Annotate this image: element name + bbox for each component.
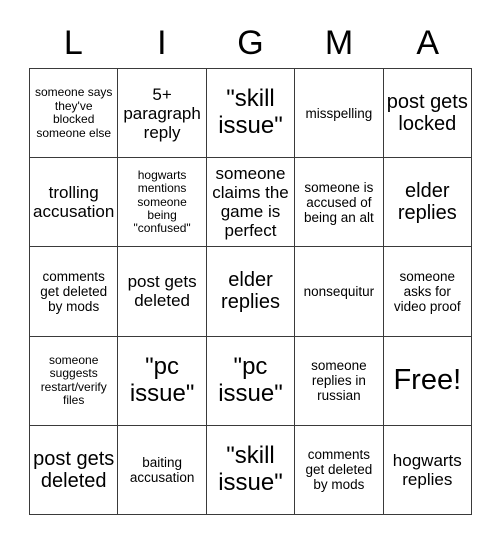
bingo-cell-r5c3[interactable]: "skill issue"	[206, 425, 296, 515]
bingo-cell-label: someone suggests restart/verify files	[40, 352, 107, 408]
bingo-cell-r5c5[interactable]: hogwarts replies	[383, 425, 472, 515]
bingo-cell-r2c4[interactable]: someone is accused of being an alt	[295, 158, 384, 248]
header-letter-2: I	[157, 24, 167, 62]
bingo-cell-r1c4[interactable]: misspelling	[295, 69, 384, 159]
bingo-cell-label: someone claims the game is perfect	[212, 164, 289, 241]
bingo-header-row: L I G M A	[29, 18, 472, 68]
bingo-cell-label: elder replies	[221, 269, 280, 314]
bingo-cell-label: someone asks for video proof	[393, 268, 461, 315]
bingo-cell-r4c3[interactable]: "pc issue"	[206, 336, 296, 426]
bingo-cell-r5c2[interactable]: baiting accusation	[118, 425, 207, 515]
bingo-cell-label: comments get deleted by mods	[305, 447, 373, 493]
bingo-cell-label: 5+ paragraph reply	[123, 84, 201, 142]
bingo-cell-r2c1[interactable]: trolling accusation	[30, 158, 119, 248]
bingo-cell-label: post gets locked	[386, 90, 468, 136]
bingo-cell-r1c5[interactable]: post gets locked	[383, 69, 472, 159]
bingo-cell-label: "pc issue"	[218, 352, 283, 407]
bingo-cell-r4c1[interactable]: someone suggests restart/verify files	[30, 336, 119, 426]
bingo-cell-r4c2[interactable]: "pc issue"	[118, 336, 207, 426]
bingo-cell-label: someone is accused of being an alt	[303, 179, 374, 225]
bingo-cell-free-space[interactable]: Free!	[383, 336, 472, 426]
bingo-cell-label: hogwarts replies	[392, 450, 462, 489]
bingo-cell-r3c5[interactable]: someone asks for video proof	[383, 247, 472, 337]
header-letter-5: A	[416, 24, 440, 62]
bingo-cell-label: hogwarts mentions someone being "confuse…	[133, 167, 191, 236]
bingo-cell-label: someone replies in russian	[311, 358, 367, 404]
bingo-cell-label: trolling accusation	[33, 183, 115, 222]
bingo-cell-r2c2[interactable]: hogwarts mentions someone being "confuse…	[118, 158, 207, 248]
bingo-cell-r3c2[interactable]: post gets deleted	[118, 247, 207, 337]
bingo-cell-r1c1[interactable]: someone says they've blocked someone els…	[30, 69, 119, 159]
bingo-cell-label: comments get deleted by mods	[40, 268, 108, 315]
bingo-cell-label: Free!	[393, 364, 462, 397]
bingo-cell-r5c1[interactable]: post gets deleted	[30, 425, 119, 515]
bingo-cell-r2c3[interactable]: someone claims the game is perfect	[206, 158, 296, 248]
bingo-cell-r1c3[interactable]: "skill issue"	[206, 69, 296, 159]
header-letter-1: L	[63, 24, 83, 62]
bingo-cell-r4c4[interactable]: someone replies in russian	[295, 336, 384, 426]
bingo-cell-label: post gets deleted	[33, 447, 115, 492]
header-letter-4: M	[324, 24, 354, 62]
bingo-cell-label: "skill issue"	[218, 442, 283, 496]
bingo-cell-r1c2[interactable]: 5+ paragraph reply	[118, 69, 207, 159]
bingo-cell-label: "skill issue"	[218, 85, 283, 140]
bingo-cell-r5c4[interactable]: comments get deleted by mods	[295, 425, 384, 515]
bingo-cell-label: someone says they've blocked someone els…	[35, 85, 113, 140]
bingo-card: L I G M A someone says they've blocked s…	[0, 0, 500, 544]
bingo-cell-label: elder replies	[397, 179, 457, 225]
bingo-cell-r3c3[interactable]: elder replies	[206, 247, 296, 337]
bingo-grid: someone says they've blocked someone els…	[29, 68, 472, 515]
bingo-cell-r3c4[interactable]: nonsequitur	[295, 247, 384, 337]
bingo-cell-label: misspelling	[305, 105, 373, 121]
bingo-cell-label: baiting accusation	[129, 454, 195, 485]
bingo-cell-r2c5[interactable]: elder replies	[383, 158, 472, 248]
bingo-cell-label: post gets deleted	[127, 272, 197, 311]
bingo-cell-r3c1[interactable]: comments get deleted by mods	[30, 247, 119, 337]
header-letter-3: G	[237, 24, 264, 62]
bingo-cell-label: "pc issue"	[129, 352, 195, 407]
bingo-cell-label: nonsequitur	[303, 283, 375, 299]
